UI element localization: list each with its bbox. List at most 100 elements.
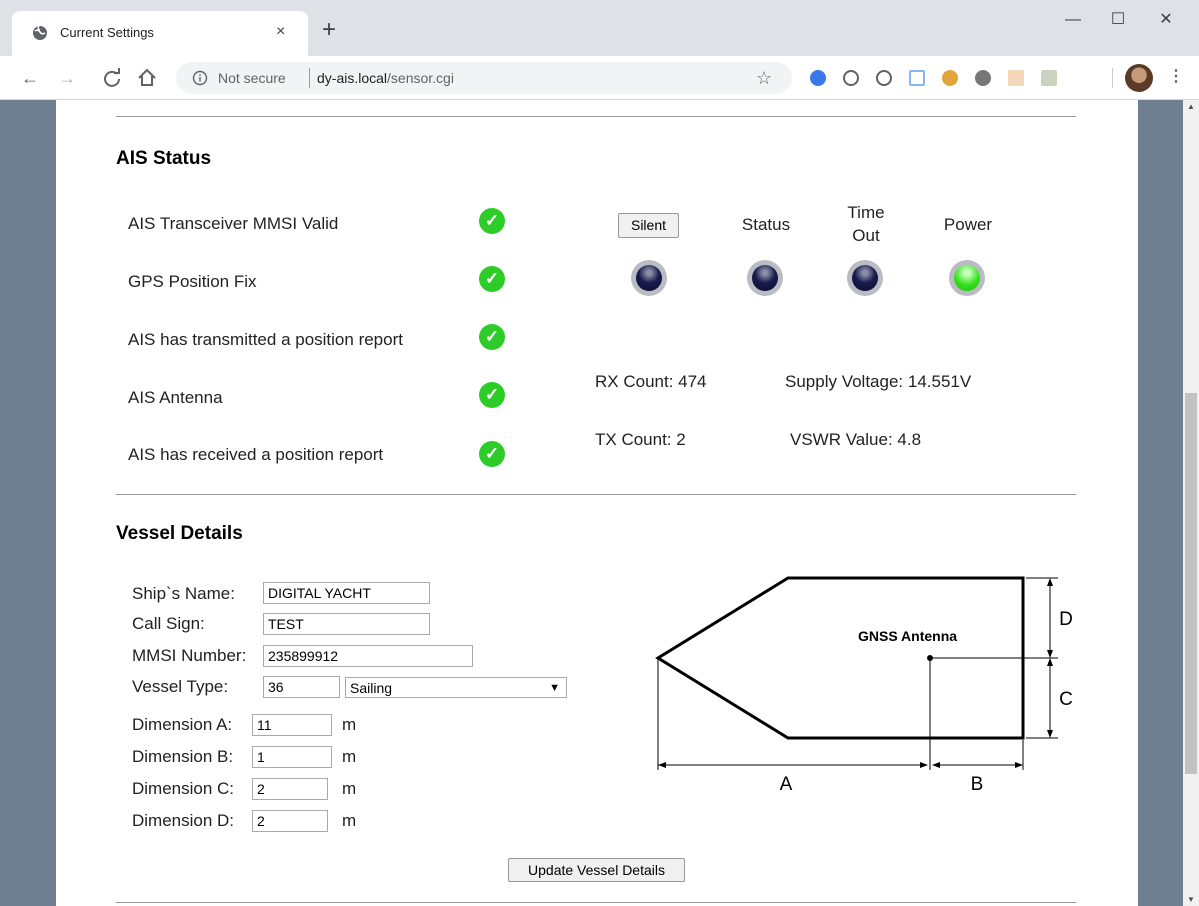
window-close-icon[interactable]: ✕: [1143, 6, 1189, 34]
dimension-b-label: Dimension B:: [132, 747, 234, 766]
silent-led: [631, 260, 667, 296]
power-column-label: Power: [943, 215, 993, 234]
url-host: dy-ais.local: [317, 70, 388, 86]
page-content: AIS Status AIS Transceiver MMSI Valid ✓ …: [56, 100, 1138, 906]
vessel-type-code-input[interactable]: [263, 676, 340, 698]
ais-status-title: AIS Status: [116, 148, 212, 169]
dimension-d-unit: m: [342, 811, 357, 830]
dimension-a-input[interactable]: [252, 714, 332, 736]
gnss-antenna-marker: [927, 655, 933, 661]
vswr-value: VSWR Value: 4.8: [790, 430, 922, 449]
mmsi-label: MMSI Number:: [132, 646, 247, 665]
owl-icon[interactable]: [942, 70, 958, 86]
url-path: /sensor.cgi: [387, 70, 454, 86]
power-led: [949, 260, 985, 296]
dimension-c-label: Dimension C:: [132, 779, 235, 798]
spellcheck-icon[interactable]: [909, 70, 925, 86]
tab-title: Current Settings: [60, 25, 154, 40]
dimension-a-label: Dimension A:: [132, 715, 233, 734]
dimension-d-input[interactable]: [252, 810, 328, 832]
vessel-type-selected: Sailing: [350, 680, 393, 696]
transmitted-label: AIS has transmitted a position report: [128, 330, 403, 349]
divider-top: [116, 116, 1076, 117]
vessel-details-title: Vessel Details: [116, 523, 243, 544]
transmitted-check-icon: ✓: [479, 324, 505, 350]
dimension-a-unit: m: [342, 715, 357, 734]
call-sign-input[interactable]: [263, 613, 430, 635]
dimension-d-label: Dimension D:: [132, 811, 235, 830]
status-led: [747, 260, 783, 296]
timeout-label-line1: Time: [847, 203, 885, 222]
dimension-b-input[interactable]: [252, 746, 332, 768]
antenna-label: AIS Antenna: [128, 388, 223, 407]
scrollbar-thumb[interactable]: [1185, 393, 1197, 774]
ship-name-label: Ship`s Name:: [132, 584, 235, 603]
status-column-label: Status: [741, 215, 791, 234]
cast-icon[interactable]: [1041, 70, 1057, 86]
mmsi-valid-check-icon: ✓: [479, 208, 505, 234]
dimension-a-marker: A: [780, 774, 793, 795]
security-label: Not secure: [218, 70, 286, 86]
forward-arrow-icon[interactable]: →: [53, 64, 81, 92]
dimension-b-unit: m: [342, 747, 357, 766]
tx-count: TX Count: 2: [595, 430, 686, 449]
home-icon[interactable]: [133, 64, 161, 92]
update-vessel-details-button[interactable]: Update Vessel Details: [508, 858, 685, 882]
notes-icon[interactable]: [1008, 70, 1024, 86]
vessel-type-label: Vessel Type:: [132, 677, 229, 696]
code-icon[interactable]: [876, 70, 892, 86]
vessel-dimension-diagram: GNSS Antenna A B D C: [655, 576, 1073, 795]
browser-tab[interactable]: Current Settings ×: [12, 11, 308, 56]
globe-icon: [33, 25, 47, 40]
ip-icon[interactable]: [843, 70, 859, 86]
antenna-check-icon: ✓: [479, 382, 505, 408]
ship-name-input[interactable]: [263, 582, 430, 604]
mmsi-input[interactable]: [263, 645, 473, 667]
url-separator: [309, 68, 310, 88]
dimension-d-marker: D: [1059, 609, 1073, 630]
maximize-icon[interactable]: ☐: [1095, 6, 1141, 34]
timeout-column-label: Time Out: [826, 201, 906, 247]
bookmark-star-icon[interactable]: ☆: [756, 68, 772, 89]
received-label: AIS has received a position report: [128, 445, 384, 464]
received-check-icon: ✓: [479, 441, 505, 467]
gnss-antenna-label: GNSS Antenna: [858, 628, 957, 644]
info-icon[interactable]: [192, 70, 208, 86]
timeout-label-line2: Out: [852, 226, 880, 245]
gps-fix-label: GPS Position Fix: [128, 272, 257, 291]
divider-bottom: [116, 902, 1076, 903]
dimension-c-unit: m: [342, 779, 357, 798]
vessel-type-select[interactable]: Sailing ▼: [345, 677, 567, 698]
dimension-lines: [657, 577, 1058, 770]
webstore-icon[interactable]: [810, 70, 826, 86]
page-viewport: AIS Status AIS Transceiver MMSI Valid ✓ …: [0, 100, 1199, 906]
browser-toolbar: ← → Not secure dy-ais.local/sensor.cgi ☆…: [0, 56, 1199, 100]
circle-icon[interactable]: [975, 70, 991, 86]
browser-titlebar: Current Settings × + — ☐ ✕: [0, 0, 1199, 56]
address-bar[interactable]: Not secure dy-ais.local/sensor.cgi ☆: [176, 62, 792, 94]
silent-button[interactable]: Silent: [618, 213, 679, 238]
call-sign-label: Call Sign:: [132, 614, 205, 633]
mmsi-valid-label: AIS Transceiver MMSI Valid: [128, 214, 339, 233]
new-tab-icon[interactable]: +: [322, 18, 336, 42]
toolbar-divider: [1112, 68, 1113, 88]
scroll-down-arrow-icon[interactable]: ▼: [1187, 895, 1195, 904]
url-text: dy-ais.local/sensor.cgi: [317, 70, 454, 86]
minimize-icon[interactable]: —: [1050, 6, 1096, 34]
timeout-led: [847, 260, 883, 296]
dimension-b-marker: B: [971, 774, 984, 795]
profile-avatar[interactable]: [1125, 64, 1153, 92]
menu-dots-icon[interactable]: ⋮: [1168, 66, 1184, 86]
divider-middle: [116, 494, 1076, 495]
rx-count: RX Count: 474: [595, 372, 707, 391]
scroll-up-arrow-icon[interactable]: ▲: [1187, 102, 1195, 111]
dimension-c-input[interactable]: [252, 778, 328, 800]
back-arrow-icon[interactable]: ←: [16, 64, 44, 92]
dimension-c-marker: C: [1059, 689, 1073, 710]
gps-fix-check-icon: ✓: [479, 266, 505, 292]
reload-icon[interactable]: [98, 64, 126, 92]
page-scrollbar[interactable]: ▲ ▼: [1183, 100, 1199, 906]
supply-voltage: Supply Voltage: 14.551V: [785, 372, 972, 391]
tab-close-icon[interactable]: ×: [276, 22, 285, 42]
dropdown-arrow-icon: ▼: [549, 682, 560, 694]
